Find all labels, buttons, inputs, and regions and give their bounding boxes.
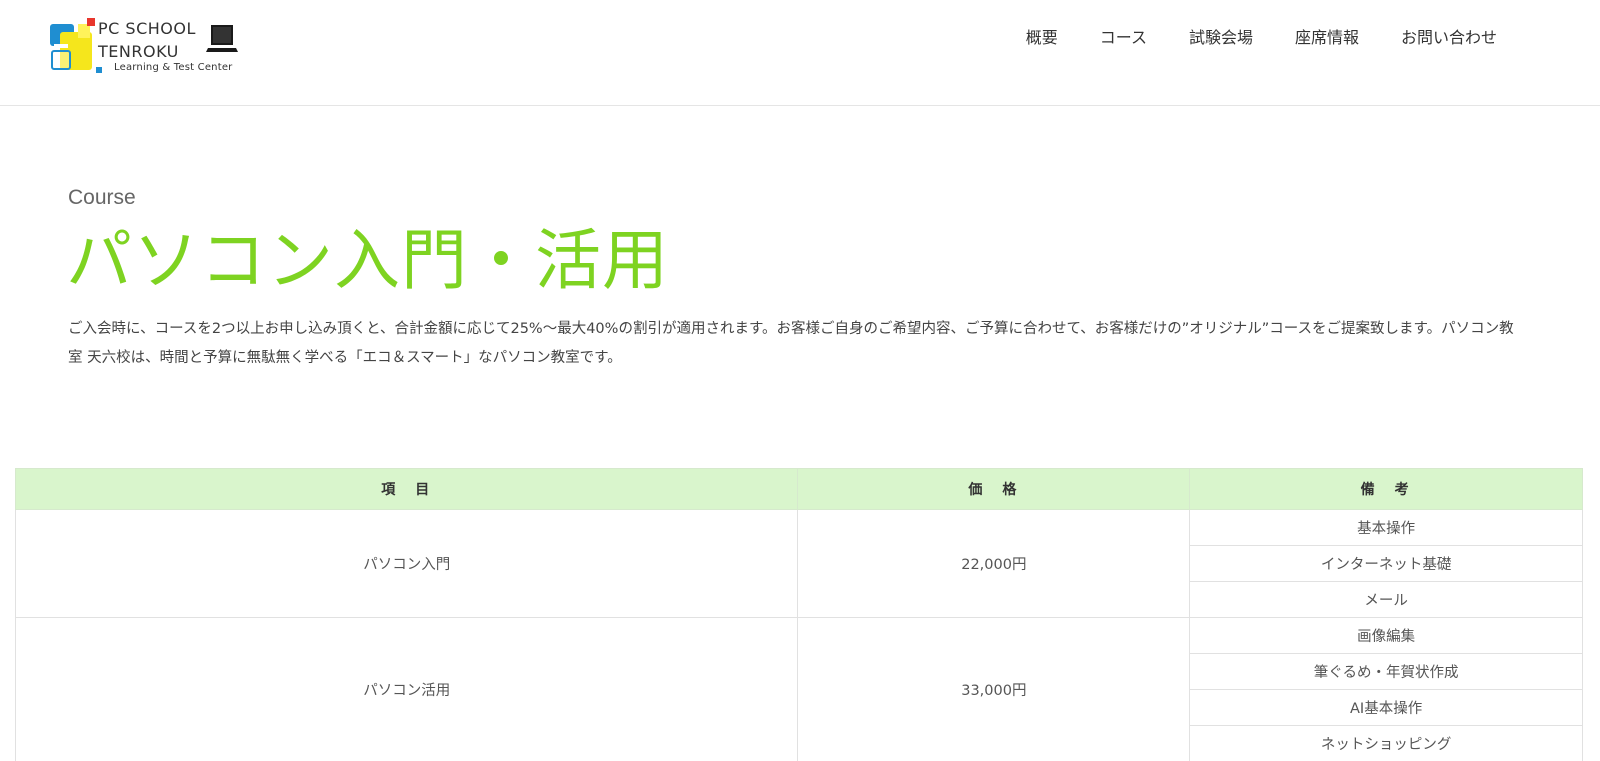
intro-text: ご入会時に、コースを2つ以上お申し込み頂くと、合計金額に応じて25%～最大40%…: [68, 321, 1514, 366]
course-note-cell: ネットショッピング: [1189, 725, 1583, 761]
table-row: パソコン入門 22,000円 基本操作: [14, 509, 1583, 618]
logo-text-line2: TENROKU: [98, 42, 179, 61]
nav-item-course[interactable]: コース: [1079, 24, 1168, 48]
course-note-cell: メール: [1189, 581, 1583, 618]
course-note-cell: AI基本操作: [1189, 689, 1583, 726]
course-price-cell: 22,000円: [797, 509, 1191, 618]
site-logo[interactable]: PC SCHOOL TENROKU Learning & Test Center: [50, 16, 250, 78]
course-note-cell: 画像編集: [1189, 617, 1583, 654]
logo-subtitle: Learning & Test Center: [114, 62, 233, 73]
nav-item-overview[interactable]: 概要: [1005, 24, 1079, 48]
course-note-cell: 基本操作: [1189, 509, 1583, 546]
header-price: 価 格: [797, 468, 1191, 510]
course-price-cell: 33,000円: [797, 617, 1191, 761]
course-price-table: 項 目 価 格 備 考 パソコン入門 22,000円 基本操作 インターネット基…: [14, 468, 1583, 761]
course-name-cell: パソコン入門: [14, 509, 799, 618]
page-title: パソコン入門・活用: [66, 222, 669, 299]
nav-item-seat-info[interactable]: 座席情報: [1274, 24, 1380, 48]
course-note-cell: 筆ぐるめ・年賀状作成: [1189, 653, 1583, 690]
course-name-cell: パソコン活用: [14, 617, 799, 761]
table-header-row: 項 目 価 格 備 考: [14, 468, 1583, 510]
monitor-icon: [206, 25, 238, 52]
table-row: パソコン活用 33,000円 画像編集: [14, 617, 1583, 761]
logo-text-line1: PC SCHOOL: [98, 19, 196, 38]
nav-item-contact[interactable]: お問い合わせ: [1380, 24, 1518, 48]
site-header: PC SCHOOL TENROKU Learning & Test Center…: [0, 0, 1600, 106]
course-note-cell: インターネット基礎: [1189, 545, 1583, 582]
main-nav: 概要 コース 試験会場 座席情報 お問い合わせ: [1005, 24, 1518, 48]
header-item: 項 目: [14, 468, 799, 510]
header-notes: 備 考: [1189, 468, 1583, 510]
nav-item-test-center[interactable]: 試験会場: [1168, 24, 1274, 48]
